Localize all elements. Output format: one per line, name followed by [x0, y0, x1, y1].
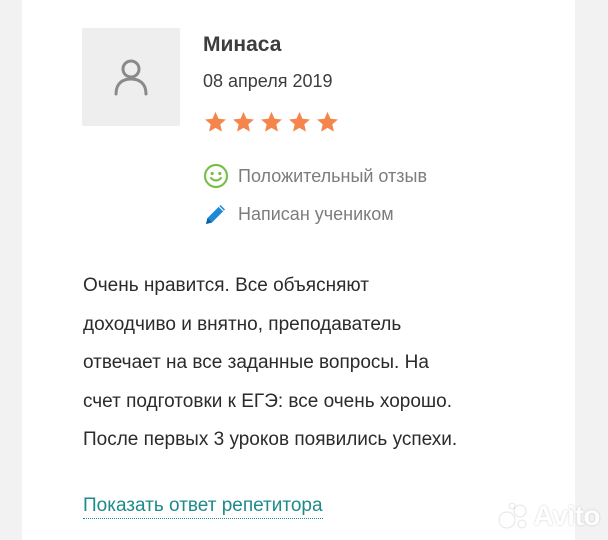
star-icon [289, 111, 310, 132]
user-icon [114, 59, 148, 96]
author-role-label: Написан учеником [238, 203, 394, 224]
sentiment-row: Положительный отзыв [203, 163, 427, 189]
avito-watermark: Avito [498, 500, 601, 532]
review-date: 08 апреля 2019 [203, 71, 333, 91]
star-icon [205, 111, 226, 132]
avatar [82, 28, 180, 126]
sentiment-label: Положительный отзыв [238, 165, 428, 186]
star-icon [261, 111, 282, 132]
star-icon [317, 111, 338, 132]
review-text-line: отвечает на все заданные вопросы. На [83, 352, 429, 373]
review-text-line: После первых 3 уроков появились успехи. [83, 429, 458, 450]
author-name: Минаса [203, 33, 282, 56]
review-text-line: счет подготовки к ЕГЭ: все очень хорошо. [83, 390, 452, 412]
review-card: Минаса 08 апреля 2019 Положительный отзы… [22, 0, 575, 540]
watermark-text: Avito [533, 500, 601, 531]
rating-stars [203, 110, 340, 135]
author-role-row: Написан учеником [203, 201, 394, 227]
pencil-icon [206, 205, 225, 224]
smile-icon [203, 163, 229, 189]
review-text: Очень нравится. Все объясняют доходчиво … [83, 267, 553, 460]
star-icon [233, 111, 254, 132]
show-tutor-reply-link[interactable]: Показать ответ репетитора [83, 495, 323, 519]
review-text-line: Очень нравится. Все объясняют [83, 275, 369, 296]
avito-logo-icon [498, 502, 527, 529]
review-text-line: доходчиво и внятно, преподаватель [83, 313, 402, 335]
